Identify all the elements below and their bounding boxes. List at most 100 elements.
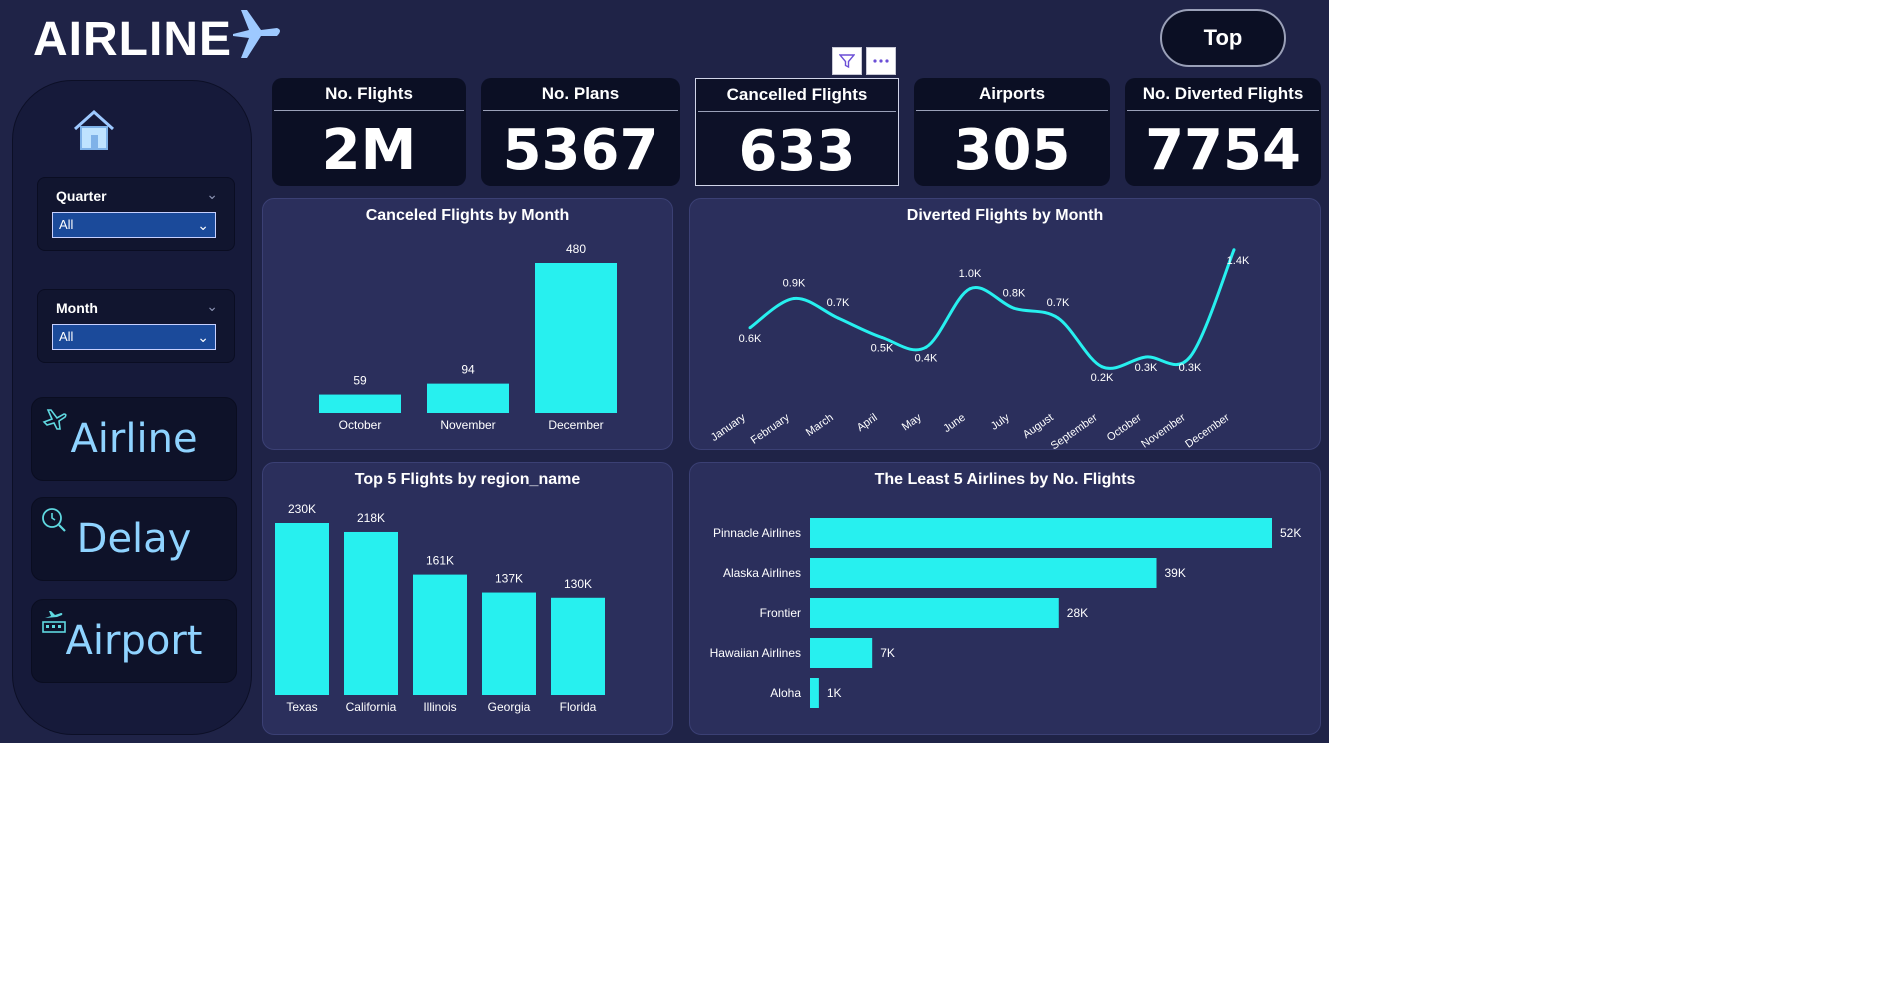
sidebar: Quarter ⌄ All ⌄ Month ⌄ All ⌄ Airline De… xyxy=(12,80,252,735)
divider xyxy=(483,110,678,111)
kpi-value: 5367 xyxy=(502,118,659,183)
quarter-label: Quarter xyxy=(56,188,107,204)
bar xyxy=(344,531,398,695)
data-label: 0.8K xyxy=(1003,287,1026,299)
data-label: 1.4K xyxy=(1227,255,1250,267)
data-label: 28K xyxy=(1067,606,1088,620)
month-label: Month xyxy=(56,300,98,316)
app-title: AIRLINE xyxy=(33,13,232,66)
data-point xyxy=(968,287,972,291)
divider xyxy=(698,111,896,112)
kpi-value: 7754 xyxy=(1145,118,1301,183)
more-options-icon[interactable] xyxy=(866,47,896,75)
tick-label: August xyxy=(1021,412,1056,441)
data-label: 0.9K xyxy=(783,278,806,290)
nav-airline-label: Airline xyxy=(70,416,198,462)
data-label: 0.6K xyxy=(739,333,762,345)
month-value: All xyxy=(59,329,74,344)
kpi-value: 633 xyxy=(738,119,856,184)
bar xyxy=(482,592,536,695)
kpi-label: No. Plans xyxy=(541,84,620,103)
nav-airport-label: Airport xyxy=(65,618,203,664)
nav-delay-button[interactable]: Delay xyxy=(31,497,237,581)
bar xyxy=(427,383,509,413)
filter-icon[interactable] xyxy=(832,47,862,75)
data-label: 137K xyxy=(495,572,523,586)
top-button[interactable]: Top xyxy=(1160,9,1286,67)
data-label: 480 xyxy=(566,242,586,256)
bar xyxy=(810,638,873,668)
diverted-by-month-chart[interactable]: Diverted Flights by Month 0.6K January 0.9… xyxy=(689,198,1321,451)
tick-label: Aloha xyxy=(770,686,801,700)
bar xyxy=(551,597,605,695)
bar xyxy=(535,263,617,413)
bar xyxy=(275,523,329,695)
data-point xyxy=(924,345,928,349)
series-line xyxy=(749,249,1236,370)
tick-label: December xyxy=(548,418,603,432)
tick-label: Florida xyxy=(560,700,597,714)
data-point xyxy=(880,336,884,339)
month-slicer: Month ⌄ All ⌄ xyxy=(37,289,235,363)
divider xyxy=(916,110,1108,111)
tick-label: September xyxy=(1049,411,1100,451)
tick-label: March xyxy=(804,412,836,439)
kpi-value: 305 xyxy=(953,118,1071,183)
data-label: 59 xyxy=(353,374,367,388)
tick-label: April xyxy=(855,412,880,434)
data-label: 130K xyxy=(564,577,592,591)
home-icon[interactable] xyxy=(71,107,117,153)
kpi-card-airports[interactable]: Airports 305 xyxy=(914,78,1110,186)
data-label: 230K xyxy=(288,502,316,516)
data-label: 218K xyxy=(357,511,385,525)
data-point xyxy=(1012,306,1016,310)
tick-label: Illinois xyxy=(423,700,456,714)
data-point xyxy=(792,297,796,300)
tick-label: October xyxy=(1105,411,1144,443)
tick-label: Pinnacle Airlines xyxy=(713,526,801,540)
tick-label: December xyxy=(1183,411,1232,450)
least5-airlines-chart[interactable]: The Least 5 Airlines by No. Flights Pinn… xyxy=(689,462,1321,735)
canceled-by-month-chart[interactable]: Canceled Flights by Month 59 October 94 Nov… xyxy=(262,198,673,450)
data-label: 94 xyxy=(461,363,475,377)
chevron-down-icon: ⌄ xyxy=(197,329,209,345)
data-point xyxy=(1188,355,1192,359)
airplane-icon xyxy=(233,10,280,58)
kpi-card-flights[interactable]: No. Flights 2M xyxy=(272,78,466,186)
bar xyxy=(810,518,1272,548)
tick-label: January xyxy=(709,411,748,444)
kpi-value: 2M xyxy=(321,118,417,183)
top5-region-chart[interactable]: Top 5 Flights by region_name 230K Texas 21… xyxy=(262,462,673,735)
nav-delay-label: Delay xyxy=(76,516,192,562)
chevron-down-icon[interactable]: ⌄ xyxy=(206,298,218,315)
divider xyxy=(274,110,464,111)
quarter-dropdown[interactable]: All ⌄ xyxy=(52,212,216,238)
tick-label: Texas xyxy=(286,700,317,714)
diverted-by-month-plot: 0.6K January 0.9K February 0.7K March 0.5K Apri… xyxy=(709,248,1250,451)
data-label: 161K xyxy=(426,554,454,568)
canceled-by-month-plot: 59 October 94 November 480 December xyxy=(319,242,617,432)
bar xyxy=(413,574,467,695)
chevron-down-icon[interactable]: ⌄ xyxy=(206,186,218,203)
data-point xyxy=(748,326,752,330)
nav-airline-button[interactable]: Airline xyxy=(31,397,237,481)
data-label: 7K xyxy=(880,646,895,660)
month-dropdown[interactable]: All ⌄ xyxy=(52,324,216,350)
data-label: 1.0K xyxy=(959,268,982,280)
kpi-card-plans[interactable]: No. Plans 5367 xyxy=(481,78,680,186)
nav-airport-button[interactable]: Airport xyxy=(31,599,237,683)
visual-toolbar xyxy=(832,47,896,75)
bar xyxy=(810,598,1059,628)
data-label: 0.2K xyxy=(1091,372,1114,384)
tick-label: California xyxy=(346,700,397,714)
divider xyxy=(1127,110,1319,111)
top5-region-plot: 230K Texas 218K California 161K Illinois 137K G… xyxy=(275,502,605,714)
kpi-card-diverted[interactable]: No. Diverted Flights 7754 xyxy=(1125,78,1321,186)
kpi-card-cancelled[interactable]: Cancelled Flights 633 xyxy=(695,78,899,186)
tick-label: November xyxy=(1139,411,1188,450)
tick-label: June xyxy=(941,412,967,436)
tick-label: February xyxy=(749,411,792,446)
tick-label: July xyxy=(989,411,1012,432)
data-label: 0.3K xyxy=(1179,362,1202,374)
kpi-label: No. Diverted Flights xyxy=(1142,84,1304,103)
